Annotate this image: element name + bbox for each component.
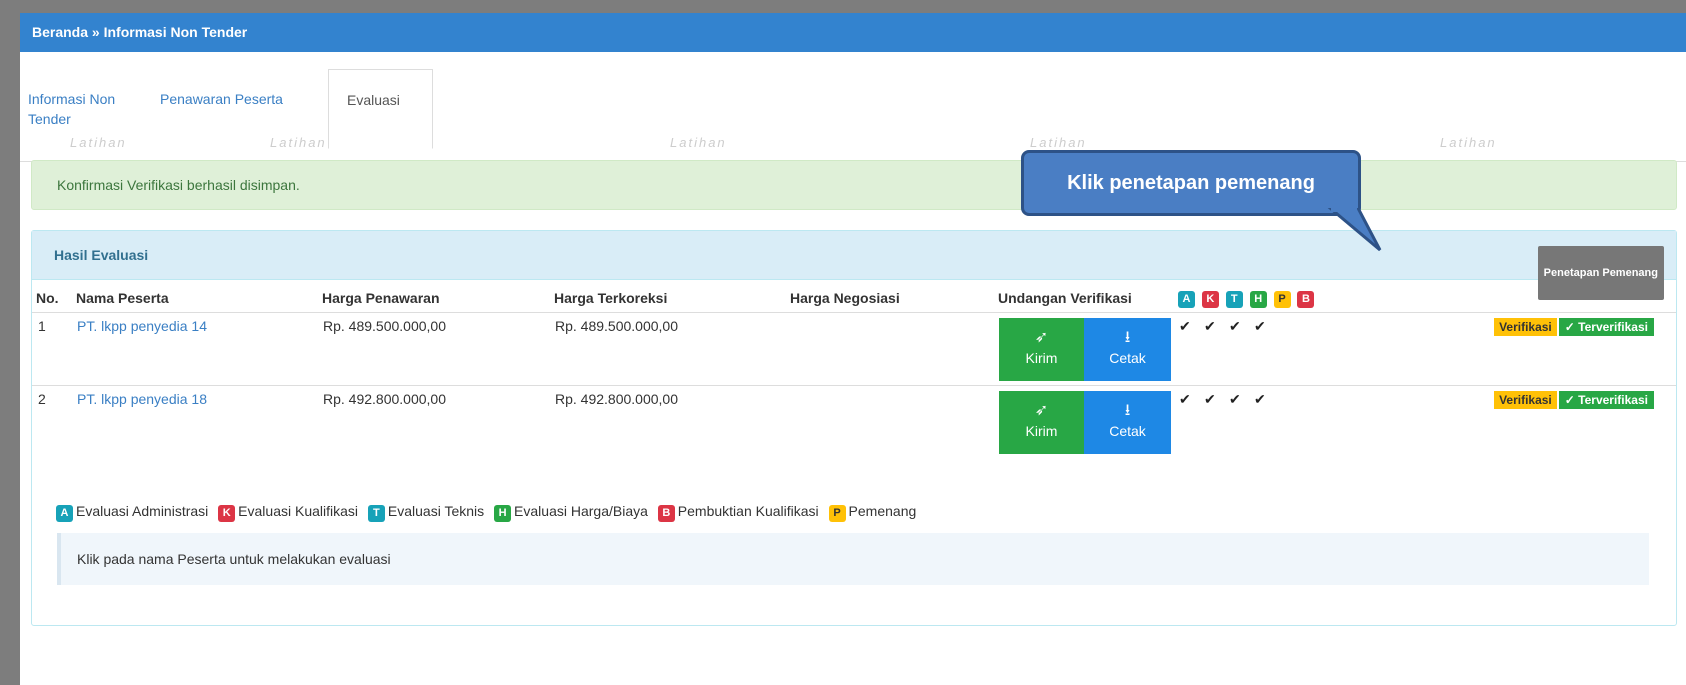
paper-plane-icon: ➶ bbox=[1034, 329, 1049, 346]
badge-p: P bbox=[1273, 290, 1291, 308]
badge-k: K bbox=[218, 505, 236, 522]
hint-box: Klik pada nama Peserta untuk melakukan e… bbox=[57, 533, 1649, 585]
legend-label: Pemenang bbox=[848, 503, 917, 519]
badge-t: T bbox=[367, 505, 385, 522]
check-icon: ✔ bbox=[1254, 318, 1266, 334]
evaluation-checks: ✔ ✔ ✔ ✔ bbox=[1178, 312, 1350, 386]
legend-label: Pembuktian Kualifikasi bbox=[677, 503, 819, 519]
col-undangan-verifikasi: Undangan Verifikasi bbox=[998, 290, 1132, 306]
badge-a: A bbox=[56, 505, 73, 522]
legend-label: Evaluasi Teknis bbox=[387, 503, 485, 519]
evaluation-checks: ✔ ✔ ✔ ✔ bbox=[1178, 385, 1350, 458]
watermark-text: Latihan bbox=[70, 135, 127, 150]
tab-evaluasi[interactable]: Evaluasi bbox=[328, 69, 433, 149]
table-row: 2 PT. lkpp penyedia 18 Rp. 492.800.000,0… bbox=[32, 385, 1676, 458]
badge-a: A bbox=[1178, 290, 1195, 308]
verifikasi-button[interactable]: Verifikasi bbox=[1494, 318, 1557, 336]
callout-pointer bbox=[1327, 208, 1382, 252]
check-icon: ✔ bbox=[1254, 391, 1266, 407]
badge-p: P bbox=[828, 505, 846, 522]
cetak-button[interactable]: ⭳ Cetak bbox=[1084, 318, 1171, 381]
legend-item: K Evaluasi Kualifikasi bbox=[218, 503, 359, 522]
col-no: No. bbox=[36, 290, 59, 306]
col-harga-penawaran: Harga Penawaran bbox=[322, 290, 440, 306]
kirim-button[interactable]: ➶ Kirim bbox=[999, 391, 1084, 454]
badge-t: T bbox=[1225, 290, 1243, 308]
kirim-label: Kirim bbox=[1025, 350, 1058, 366]
tutorial-callout: Klik penetapan pemenang bbox=[1021, 150, 1361, 216]
paper-plane-icon: ➶ bbox=[1034, 402, 1049, 419]
table-header-row: No. Nama Peserta Harga Penawaran Harga T… bbox=[32, 284, 1676, 313]
watermark-text: Latihan bbox=[270, 135, 327, 150]
row-no: 1 bbox=[32, 312, 76, 386]
badge-h: H bbox=[494, 505, 512, 522]
cetak-label: Cetak bbox=[1109, 350, 1146, 366]
col-nama-peserta: Nama Peserta bbox=[76, 290, 169, 306]
tab-evaluasi-label: Evaluasi bbox=[347, 92, 400, 108]
row-no: 2 bbox=[32, 385, 76, 458]
undangan-actions: ➶ Kirim ⭳ Cetak bbox=[999, 391, 1171, 454]
watermark-text: Latihan bbox=[1030, 135, 1087, 150]
legend-item: B Pembuktian Kualifikasi bbox=[657, 503, 819, 522]
watermark-text: Latihan bbox=[1440, 135, 1497, 150]
evaluation-table: No. Nama Peserta Harga Penawaran Harga T… bbox=[32, 284, 1676, 458]
check-icon: ✔ bbox=[1179, 391, 1191, 407]
panel-title-text: Hasil Evaluasi bbox=[54, 247, 149, 263]
badge-b: B bbox=[1297, 290, 1315, 308]
check-icon: ✔ bbox=[1229, 391, 1241, 407]
harga-terkoreksi: Rp. 492.800.000,00 bbox=[554, 385, 790, 458]
verifikasi-button[interactable]: Verifikasi bbox=[1494, 391, 1557, 409]
badge-k: K bbox=[1201, 290, 1219, 308]
col-harga-terkoreksi: Harga Terkoreksi bbox=[554, 290, 668, 306]
legend-label: Evaluasi Administrasi bbox=[76, 503, 209, 519]
page: Beranda » Informasi Non Tender Informasi… bbox=[20, 13, 1686, 685]
legend-item: T Evaluasi Teknis bbox=[367, 503, 485, 522]
cetak-button[interactable]: ⭳ Cetak bbox=[1084, 391, 1171, 454]
success-alert: Konfirmasi Verifikasi berhasil disimpan. bbox=[31, 160, 1677, 210]
check-icon: ✔ bbox=[1204, 391, 1216, 407]
status-badge: ✓ Terverifikasi bbox=[1558, 391, 1654, 409]
download-icon: ⭳ bbox=[1124, 329, 1131, 346]
peserta-link[interactable]: PT. lkpp penyedia 14 bbox=[77, 318, 207, 334]
harga-negosiasi bbox=[790, 385, 998, 458]
harga-penawaran: Rp. 489.500.000,00 bbox=[322, 312, 554, 386]
legend-item: A Evaluasi Administrasi bbox=[56, 503, 209, 522]
legend-item: H Evaluasi Harga/Biaya bbox=[494, 503, 648, 522]
table-row: 1 PT. lkpp penyedia 14 Rp. 489.500.000,0… bbox=[32, 312, 1676, 386]
col-harga-negosiasi: Harga Negosiasi bbox=[790, 290, 900, 306]
peserta-link[interactable]: PT. lkpp penyedia 18 bbox=[77, 391, 207, 407]
harga-penawaran: Rp. 492.800.000,00 bbox=[322, 385, 554, 458]
undangan-actions: ➶ Kirim ⭳ Cetak bbox=[999, 318, 1171, 381]
check-icon: ✔ bbox=[1179, 318, 1191, 334]
legend-item: P Pemenang bbox=[828, 503, 917, 522]
check-icon: ✔ bbox=[1229, 318, 1241, 334]
col-badges: A K T H P B bbox=[1178, 284, 1350, 313]
status-badge: ✓ Terverifikasi bbox=[1558, 318, 1654, 336]
kirim-label: Kirim bbox=[1025, 423, 1058, 439]
kirim-button[interactable]: ➶ Kirim bbox=[999, 318, 1084, 381]
cetak-label: Cetak bbox=[1109, 423, 1146, 439]
breadcrumb: Beranda » Informasi Non Tender bbox=[20, 13, 1686, 52]
tab-bar: Informasi Non Tender Penawaran Peserta E… bbox=[20, 69, 1686, 162]
badge-h: H bbox=[1249, 290, 1267, 308]
legend: A Evaluasi Administrasi K Evaluasi Kualifi… bbox=[56, 503, 922, 522]
harga-terkoreksi: Rp. 489.500.000,00 bbox=[554, 312, 790, 386]
legend-label: Evaluasi Harga/Biaya bbox=[514, 503, 648, 519]
watermark-text: Latihan bbox=[670, 135, 727, 150]
legend-label: Evaluasi Kualifikasi bbox=[238, 503, 359, 519]
harga-negosiasi bbox=[790, 312, 998, 386]
download-icon: ⭳ bbox=[1124, 402, 1131, 419]
badge-b: B bbox=[657, 505, 675, 522]
check-icon: ✔ bbox=[1204, 318, 1216, 334]
panel-title: Hasil Evaluasi Penetapan Pemenang bbox=[32, 231, 1676, 300]
hasil-evaluasi-panel: Hasil Evaluasi Penetapan Pemenang No. Na… bbox=[31, 230, 1677, 626]
